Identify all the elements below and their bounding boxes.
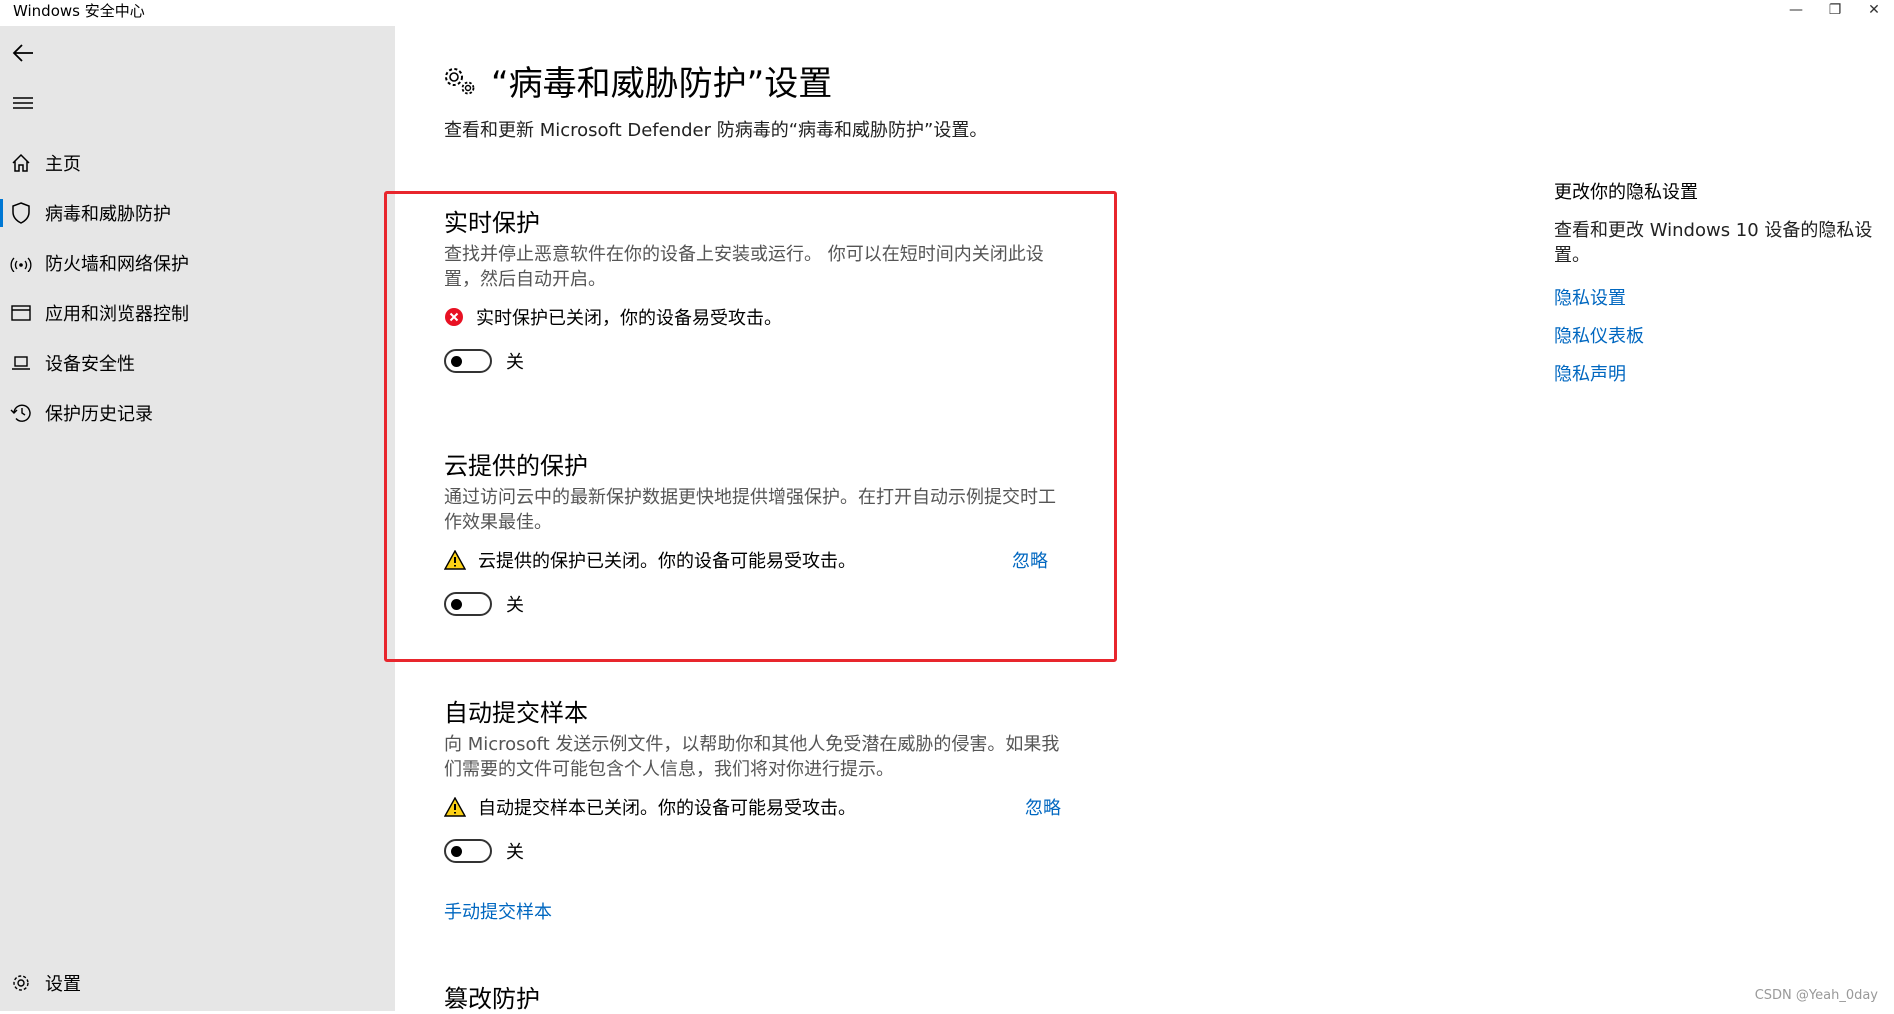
browser-icon [9, 301, 33, 325]
manual-submit-row: 手动提交样本 [444, 898, 1084, 924]
page-title: “病毒和威胁防护”设置 [491, 64, 833, 104]
toggle-row: 关 [444, 838, 1084, 864]
shield-icon [9, 201, 33, 225]
minimize-button[interactable]: — [1776, 0, 1816, 20]
sidebar-item-label: 病毒和威胁防护 [45, 204, 171, 225]
page-subtitle: 查看和更新 Microsoft Defender 防病毒的“病毒和威胁防护”设置… [444, 120, 988, 141]
sidebar-item-label: 设置 [45, 974, 81, 995]
watermark: CSDN @Yeah_0day [1754, 988, 1878, 1003]
gear-icon [9, 971, 33, 995]
status-text: 自动提交样本已关闭。你的设备可能易受攻击。 [478, 798, 856, 819]
restore-button[interactable]: ❐ [1815, 0, 1855, 20]
wifi-icon [9, 251, 33, 275]
tamper-protection-section: 篡改防护 [444, 979, 1084, 1014]
section-title: 篡改防护 [444, 985, 540, 1013]
sidebar-item-label: 设备安全性 [45, 354, 135, 375]
highlight-annotation-box [384, 191, 1117, 662]
privacy-dashboard-link[interactable]: 隐私仪表板 [1554, 322, 1884, 348]
sidebar-item-app-browser[interactable]: 应用和浏览器控制 [0, 291, 395, 335]
page-header: “病毒和威胁防护”设置 [443, 56, 832, 105]
auto-sample-toggle[interactable] [444, 839, 492, 863]
laptop-icon [9, 351, 33, 375]
toggle-label: 关 [506, 842, 524, 863]
sidebar-item-history[interactable]: 保护历史记录 [0, 391, 395, 435]
sidebar-item-home[interactable]: 主页 [0, 141, 395, 185]
privacy-panel: 更改你的隐私设置 查看和更改 Windows 10 设备的隐私设置。 隐私设置 … [1554, 178, 1884, 386]
sidebar-item-label: 保护历史记录 [45, 404, 153, 425]
window-title: Windows 安全中心 [13, 2, 145, 20]
toggle-knob [451, 846, 462, 857]
privacy-panel-description: 查看和更改 Windows 10 设备的隐私设置。 [1554, 220, 1873, 266]
sidebar-item-settings[interactable]: 设置 [0, 961, 395, 1005]
manual-submit-link[interactable]: 手动提交样本 [444, 902, 552, 923]
home-icon [9, 151, 33, 175]
back-arrow-icon [12, 44, 33, 62]
sidebar-item-label: 应用和浏览器控制 [45, 304, 189, 325]
sidebar: 主页 病毒和威胁防护 防火墙和网络保护 应用和浏览器控制 设备安全性 保护历史记… [0, 26, 395, 1011]
sidebar-item-device-security[interactable]: 设备安全性 [0, 341, 395, 385]
sidebar-item-label: 主页 [45, 154, 81, 175]
status-row: 自动提交样本已关闭。你的设备可能易受攻击。 忽略 [444, 794, 1084, 820]
close-button[interactable]: ✕ [1854, 0, 1894, 20]
warning-icon [444, 797, 466, 817]
auto-sample-section: 自动提交样本 向 Microsoft 发送示例文件，以帮助你和其他人免受潜在威胁… [444, 693, 1084, 924]
privacy-settings-link[interactable]: 隐私设置 [1554, 284, 1884, 310]
section-title: 自动提交样本 [444, 699, 588, 727]
sidebar-item-firewall[interactable]: 防火墙和网络保护 [0, 241, 395, 285]
ignore-link[interactable]: 忽略 [1025, 794, 1061, 820]
sidebar-item-virus-protection[interactable]: 病毒和威胁防护 [0, 191, 395, 235]
privacy-statement-link[interactable]: 隐私声明 [1554, 360, 1884, 386]
sidebar-item-label: 防火墙和网络保护 [45, 254, 189, 275]
back-button[interactable] [8, 38, 38, 68]
privacy-panel-title: 更改你的隐私设置 [1554, 182, 1698, 203]
title-bar: Windows 安全中心 — ❐ ✕ [0, 0, 1894, 26]
section-description: 向 Microsoft 发送示例文件，以帮助你和其他人免受潜在威胁的侵害。如果我… [444, 734, 1060, 780]
hamburger-icon [13, 97, 33, 109]
gears-icon [445, 67, 475, 94]
history-icon [9, 401, 33, 425]
menu-button[interactable] [8, 88, 38, 118]
